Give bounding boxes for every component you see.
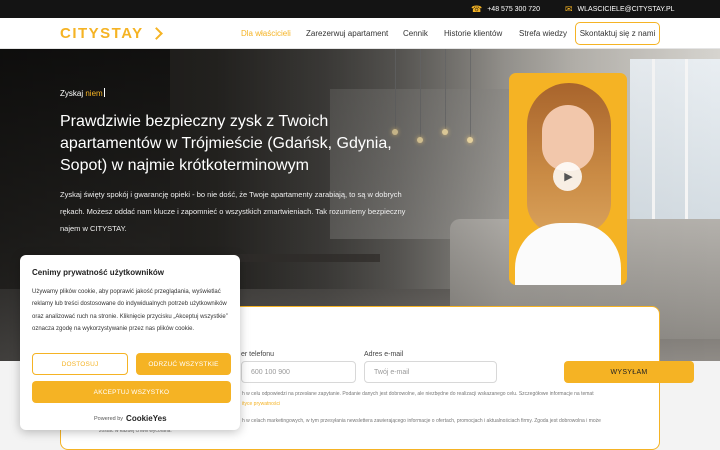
top-bar: ☎ +48 575 300 720 ✉ WLASCICIELE@CITYSTAY… [0,0,720,18]
nav-owners[interactable]: Dla właścicieli [241,29,291,38]
hero-eyebrow: Zyskaj niem [60,88,105,98]
accept-all-button[interactable]: AKCEPTUJ WSZYSTKO [32,381,231,403]
phone-number[interactable]: +48 575 300 720 [487,6,540,13]
customize-button[interactable]: DOSTOSUJ [32,353,128,375]
phone-icon: ☎ [471,3,483,14]
consent-text-2: h w celach marketingowych, w tym przesył… [242,418,601,424]
logo-chevron-icon [149,27,163,40]
nav-pricing[interactable]: Cennik [403,29,428,38]
cookie-banner: Cenimy prywatność użytkowników Używamy p… [20,255,240,430]
mail-icon: ✉ [565,3,573,14]
contact-us-button[interactable]: Skontaktuj się z nami [575,22,660,45]
cookie-title: Cenimy prywatność użytkowników [32,268,165,277]
reject-all-button[interactable]: ODRZUĆ WSZYSTKIE [136,353,231,375]
phone-contact[interactable]: ☎ +48 575 300 720 [471,0,540,18]
phone-label: er telefonu [241,351,275,358]
email-address[interactable]: WLASCICIELE@CITYSTAY.PL [578,6,675,13]
powered-by[interactable]: Powered by CookieYes [94,414,167,423]
phone-input[interactable]: 600 100 900 [241,361,356,383]
nav-book-apartment[interactable]: Zarezerwuj apartament [306,29,388,38]
nav-knowledge[interactable]: Strefa wiedzy [519,29,567,38]
nav-client-stories[interactable]: Historie klientów [444,29,502,38]
cookieyes-logo: CookieYes [126,414,167,423]
main-header: CITYSTAY Dla właścicieli Zarezerwuj apar… [0,18,720,49]
logo-text: CITYSTAY [60,25,144,42]
email-input[interactable]: Twój e-mail [364,361,497,383]
email-contact[interactable]: ✉ WLASCICIELE@CITYSTAY.PL [565,0,675,18]
hero-lede: Zyskaj święty spokój i gwarancję opieki … [60,190,406,233]
logo[interactable]: CITYSTAY [60,25,163,42]
consent-text-1: h w celu odpowiedzi na przesłane zapytan… [242,391,594,397]
intro-video[interactable]: ▶ [509,73,627,285]
email-label: Adres e-mail [364,351,404,358]
play-icon[interactable]: ▶ [553,162,582,191]
hero-headline: Prawdziwie bezpieczny zysk z Twoich apar… [60,113,392,174]
submit-button[interactable]: WYSYŁAM [564,361,694,383]
cookie-body: Używamy plików cookie, aby poprawić jako… [32,289,228,333]
privacy-policy-link[interactable]: ityce prywatności [242,401,280,407]
